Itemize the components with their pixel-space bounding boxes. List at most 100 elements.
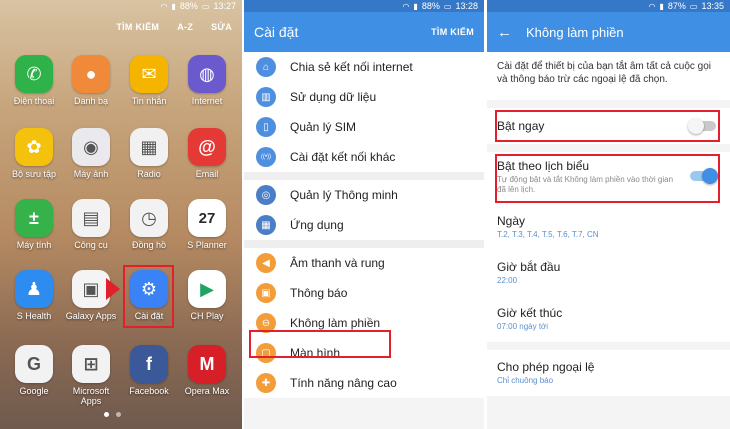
calculator-icon: ±	[15, 199, 53, 237]
app-google-folder[interactable]: G Google	[5, 345, 63, 396]
settings-item-label: Ứng dụng	[290, 218, 344, 232]
start-time-row[interactable]: Giờ bắt đầu 22:00	[487, 250, 730, 296]
app-gallery[interactable]: ✿ Bộ sưu tập	[5, 128, 63, 179]
settings-item-sound[interactable]: ◀ Âm thanh và rung	[244, 248, 484, 278]
settings-item-apps[interactable]: ▦ Ứng dụng	[244, 210, 484, 240]
app-radio[interactable]: ▦ Radio	[120, 128, 178, 179]
days-value: T.2, T.3, T.4, T.5, T.6, T.7, CN	[497, 230, 599, 239]
wifi-icon: ◠	[160, 1, 168, 11]
signal-icon: ▮	[659, 1, 664, 11]
settings-item-more-connections[interactable]: ((•)) Cài đặt kết nối khác	[244, 142, 484, 172]
app-tools-folder[interactable]: ▤ Công cụ	[62, 199, 120, 250]
radio-icon: ▦	[130, 128, 168, 166]
google-folder-icon: G	[15, 345, 53, 383]
play-store-icon: ▶	[188, 270, 226, 308]
dnd-description: Cài đặt để thiết bị của bạn tắt âm tất c…	[487, 52, 730, 100]
exceptions-row[interactable]: Cho phép ngoại lệ Chỉ chuông báo	[487, 350, 730, 396]
app-label: Tin nhắn	[131, 96, 167, 106]
app-label: Máy tính	[16, 240, 52, 250]
wifi-icon: ◠	[648, 1, 656, 11]
settings-item-data-usage[interactable]: ▥ Sử dụng dữ liệu	[244, 82, 484, 112]
signal-icon: ▮	[171, 1, 176, 11]
app-email[interactable]: @ Email	[178, 128, 236, 179]
facebook-icon: f	[130, 345, 168, 383]
battery-icon: ▭	[201, 1, 210, 11]
app-microsoft-folder[interactable]: ⊞ Microsoft Apps	[62, 345, 120, 406]
app-label: S Planner	[187, 240, 227, 250]
calendar-icon: 27	[188, 199, 226, 237]
settings-item-notifications[interactable]: ▣ Thông báo	[244, 278, 484, 308]
scheduled-highlight-box	[495, 154, 720, 203]
app-calendar[interactable]: 27 S Planner	[178, 199, 236, 250]
app-label: CH Play	[190, 311, 224, 321]
smart-manager-icon: ◎	[256, 185, 276, 205]
search-button[interactable]: TÌM KIẾM	[431, 27, 474, 37]
page-title: Cài đặt	[254, 24, 299, 40]
phone-icon: ✆	[15, 55, 53, 93]
app-label: Radio	[137, 169, 161, 179]
gallery-icon: ✿	[15, 128, 53, 166]
battery-icon: ▭	[443, 1, 452, 11]
search-button[interactable]: TÌM KIẾM	[116, 22, 159, 32]
app-play-store[interactable]: ▶ CH Play	[178, 270, 236, 321]
camera-icon: ◉	[72, 128, 110, 166]
app-phone[interactable]: ✆ Điện thoại	[5, 55, 63, 106]
days-row[interactable]: Ngày T.2, T.3, T.4, T.5, T.6, T.7, CN	[487, 204, 730, 250]
settings-item-label: Cài đặt kết nối khác	[290, 150, 396, 164]
settings-item-hotspot[interactable]: ⌂ Chia sẻ kết nối internet	[244, 52, 484, 82]
settings-item-label: Không làm phiền	[290, 316, 381, 330]
app-calculator[interactable]: ± Máy tính	[5, 199, 63, 250]
app-camera[interactable]: ◉ Máy ảnh	[62, 128, 120, 179]
more-connections-icon: ((•))	[256, 147, 276, 167]
page-dot-active	[104, 412, 109, 417]
battery-level: 87%	[667, 1, 686, 11]
page-dot	[116, 412, 121, 417]
settings-item-label: Chia sẻ kết nối internet	[290, 60, 413, 74]
clock-icon: ◷	[130, 199, 168, 237]
app-facebook[interactable]: f Facebook	[120, 345, 178, 396]
status-bar: ◠ ▮ 87% ▭ 13:35	[487, 0, 730, 12]
sort-az-button[interactable]: A-Z	[177, 22, 193, 32]
app-s-health[interactable]: ♟ S Health	[5, 270, 63, 321]
settings-item-sim-card[interactable]: ▯ Quản lý SIM	[244, 112, 484, 142]
sound-icon: ◀	[256, 253, 276, 273]
edit-button[interactable]: SỬA	[211, 22, 232, 32]
app-internet[interactable]: ◍ Internet	[178, 55, 236, 106]
opera-max-icon: M	[188, 345, 226, 383]
turn-on-now-highlight-box	[495, 110, 720, 142]
messages-icon: ✉	[130, 55, 168, 93]
microsoft-folder-icon: ⊞	[72, 345, 110, 383]
settings-highlight-box	[123, 265, 174, 328]
battery-level: 88%	[179, 1, 198, 11]
settings-item-label: Thông báo	[290, 286, 348, 300]
settings-item-label: Quản lý Thông minh	[290, 188, 398, 202]
contacts-icon: ●	[72, 55, 110, 93]
page-indicator	[104, 412, 121, 417]
settings-item-label: Sử dụng dữ liệu	[290, 90, 377, 104]
pointer-arrow	[106, 278, 120, 300]
end-time-row[interactable]: Giờ kết thúc 07:00 ngày tới	[487, 296, 730, 342]
settings-app-bar: Cài đặt TÌM KIẾM	[244, 12, 484, 52]
settings-group: ⌂ Chia sẻ kết nối internet ▥ Sử dụng dữ liệ…	[244, 52, 484, 172]
settings-item-label: Âm thanh và rung	[290, 256, 385, 270]
app-contacts[interactable]: ● Danh bạ	[62, 55, 120, 106]
dnd-highlight-box	[249, 330, 391, 358]
app-label: Email	[195, 169, 219, 179]
app-label: Facebook	[129, 386, 169, 396]
notifications-icon: ▣	[256, 283, 276, 303]
settings-item-smart-manager[interactable]: ◎ Quản lý Thông minh	[244, 180, 484, 210]
apps-icon: ▦	[256, 215, 276, 235]
settings-item-advanced-features[interactable]: ✚ Tính năng nâng cao	[244, 368, 484, 398]
app-opera-max[interactable]: M Opera Max	[178, 345, 236, 396]
app-label: Máy ảnh	[73, 169, 109, 179]
app-clock[interactable]: ◷ Đồng hồ	[120, 199, 178, 250]
advanced-features-icon: ✚	[256, 373, 276, 393]
dnd-app-bar: ← Không làm phiền	[487, 12, 730, 52]
hotspot-icon: ⌂	[256, 57, 276, 77]
app-label: Đồng hồ	[131, 240, 167, 250]
back-arrow-icon[interactable]: ←	[497, 24, 512, 41]
settings-item-label: Quản lý SIM	[290, 120, 357, 134]
dnd-panel: ◠ ▮ 87% ▭ 13:35 ← Không làm phiền Cài đặ…	[487, 0, 730, 429]
app-messages[interactable]: ✉ Tin nhắn	[120, 55, 178, 106]
settings-group: ◀ Âm thanh và rung ▣ Thông báo ⊖ Không làm ph…	[244, 248, 484, 398]
